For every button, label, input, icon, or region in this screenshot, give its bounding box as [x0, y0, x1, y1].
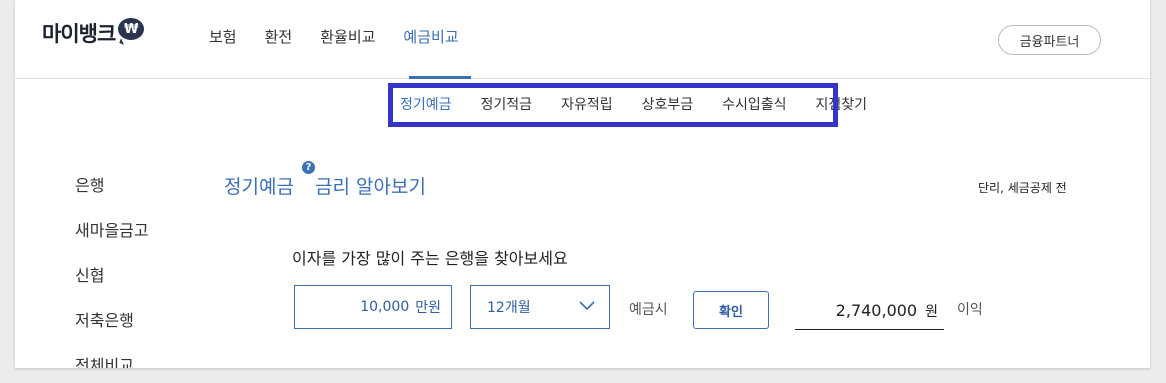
header: 마이뱅크 ₩ 보험 환전 환율비교 예금비교 금융파트너 — [15, 0, 1150, 79]
amount-unit: 만원 — [415, 300, 441, 316]
interest-label: 이익 — [957, 302, 983, 318]
nav-item-deposit-compare[interactable]: 예금비교 — [403, 26, 458, 47]
logo[interactable]: 마이뱅크 ₩ — [42, 18, 145, 48]
amount-value: 10,000 — [360, 299, 410, 315]
sidebar-item-compare-all[interactable]: 전체비교 — [75, 352, 149, 368]
result-value: 2,740,000 — [835, 301, 918, 320]
page-title-rest: 금리 알아보기 — [315, 176, 426, 198]
result-amount: 2,740,000 원 — [795, 292, 944, 330]
period-value: 12개월 — [487, 300, 531, 316]
sidebar-item-bank[interactable]: 은행 — [75, 172, 149, 217]
deposit-label: 예금시 — [629, 302, 668, 318]
sidebar-item-savings-bank[interactable]: 저축은행 — [75, 307, 149, 352]
sidebar: 은행 새마을금고 신협 저축은행 전체비교 — [75, 172, 149, 368]
sidebar-item-credit-union[interactable]: 신협 — [75, 262, 149, 307]
search-prompt: 이자를 가장 많이 주는 은행을 찾아보세요 — [292, 249, 568, 268]
chevron-down-icon — [579, 299, 595, 315]
page-title: 정기예금 — [224, 176, 294, 198]
active-nav-indicator — [409, 76, 471, 79]
confirm-button[interactable]: 확인 — [693, 291, 769, 329]
sidebar-item-saemaeul[interactable]: 새마을금고 — [75, 217, 149, 262]
nav-item-rate-compare[interactable]: 환율비교 — [320, 26, 375, 47]
nav-item-exchange[interactable]: 환전 — [265, 26, 293, 47]
highlight-box — [388, 83, 838, 127]
period-select[interactable]: 12개월 — [470, 285, 610, 329]
page-card: 마이뱅크 ₩ 보험 환전 환율비교 예금비교 금융파트너 정기예금 정기적금 자… — [15, 0, 1150, 368]
question-icon[interactable]: ? — [302, 161, 315, 174]
result-unit: 원 — [925, 303, 938, 320]
amount-input[interactable]: 10,000 만원 — [294, 285, 452, 329]
won-speech-bubble-icon: ₩ — [118, 18, 145, 40]
calc-note: 단리, 세금공제 전 — [978, 181, 1067, 195]
partner-button[interactable]: 금융파트너 — [998, 25, 1101, 55]
main-nav: 보험 환전 환율비교 예금비교 — [209, 26, 487, 47]
nav-item-insurance[interactable]: 보험 — [209, 26, 237, 47]
logo-text: 마이뱅크 — [42, 22, 116, 46]
